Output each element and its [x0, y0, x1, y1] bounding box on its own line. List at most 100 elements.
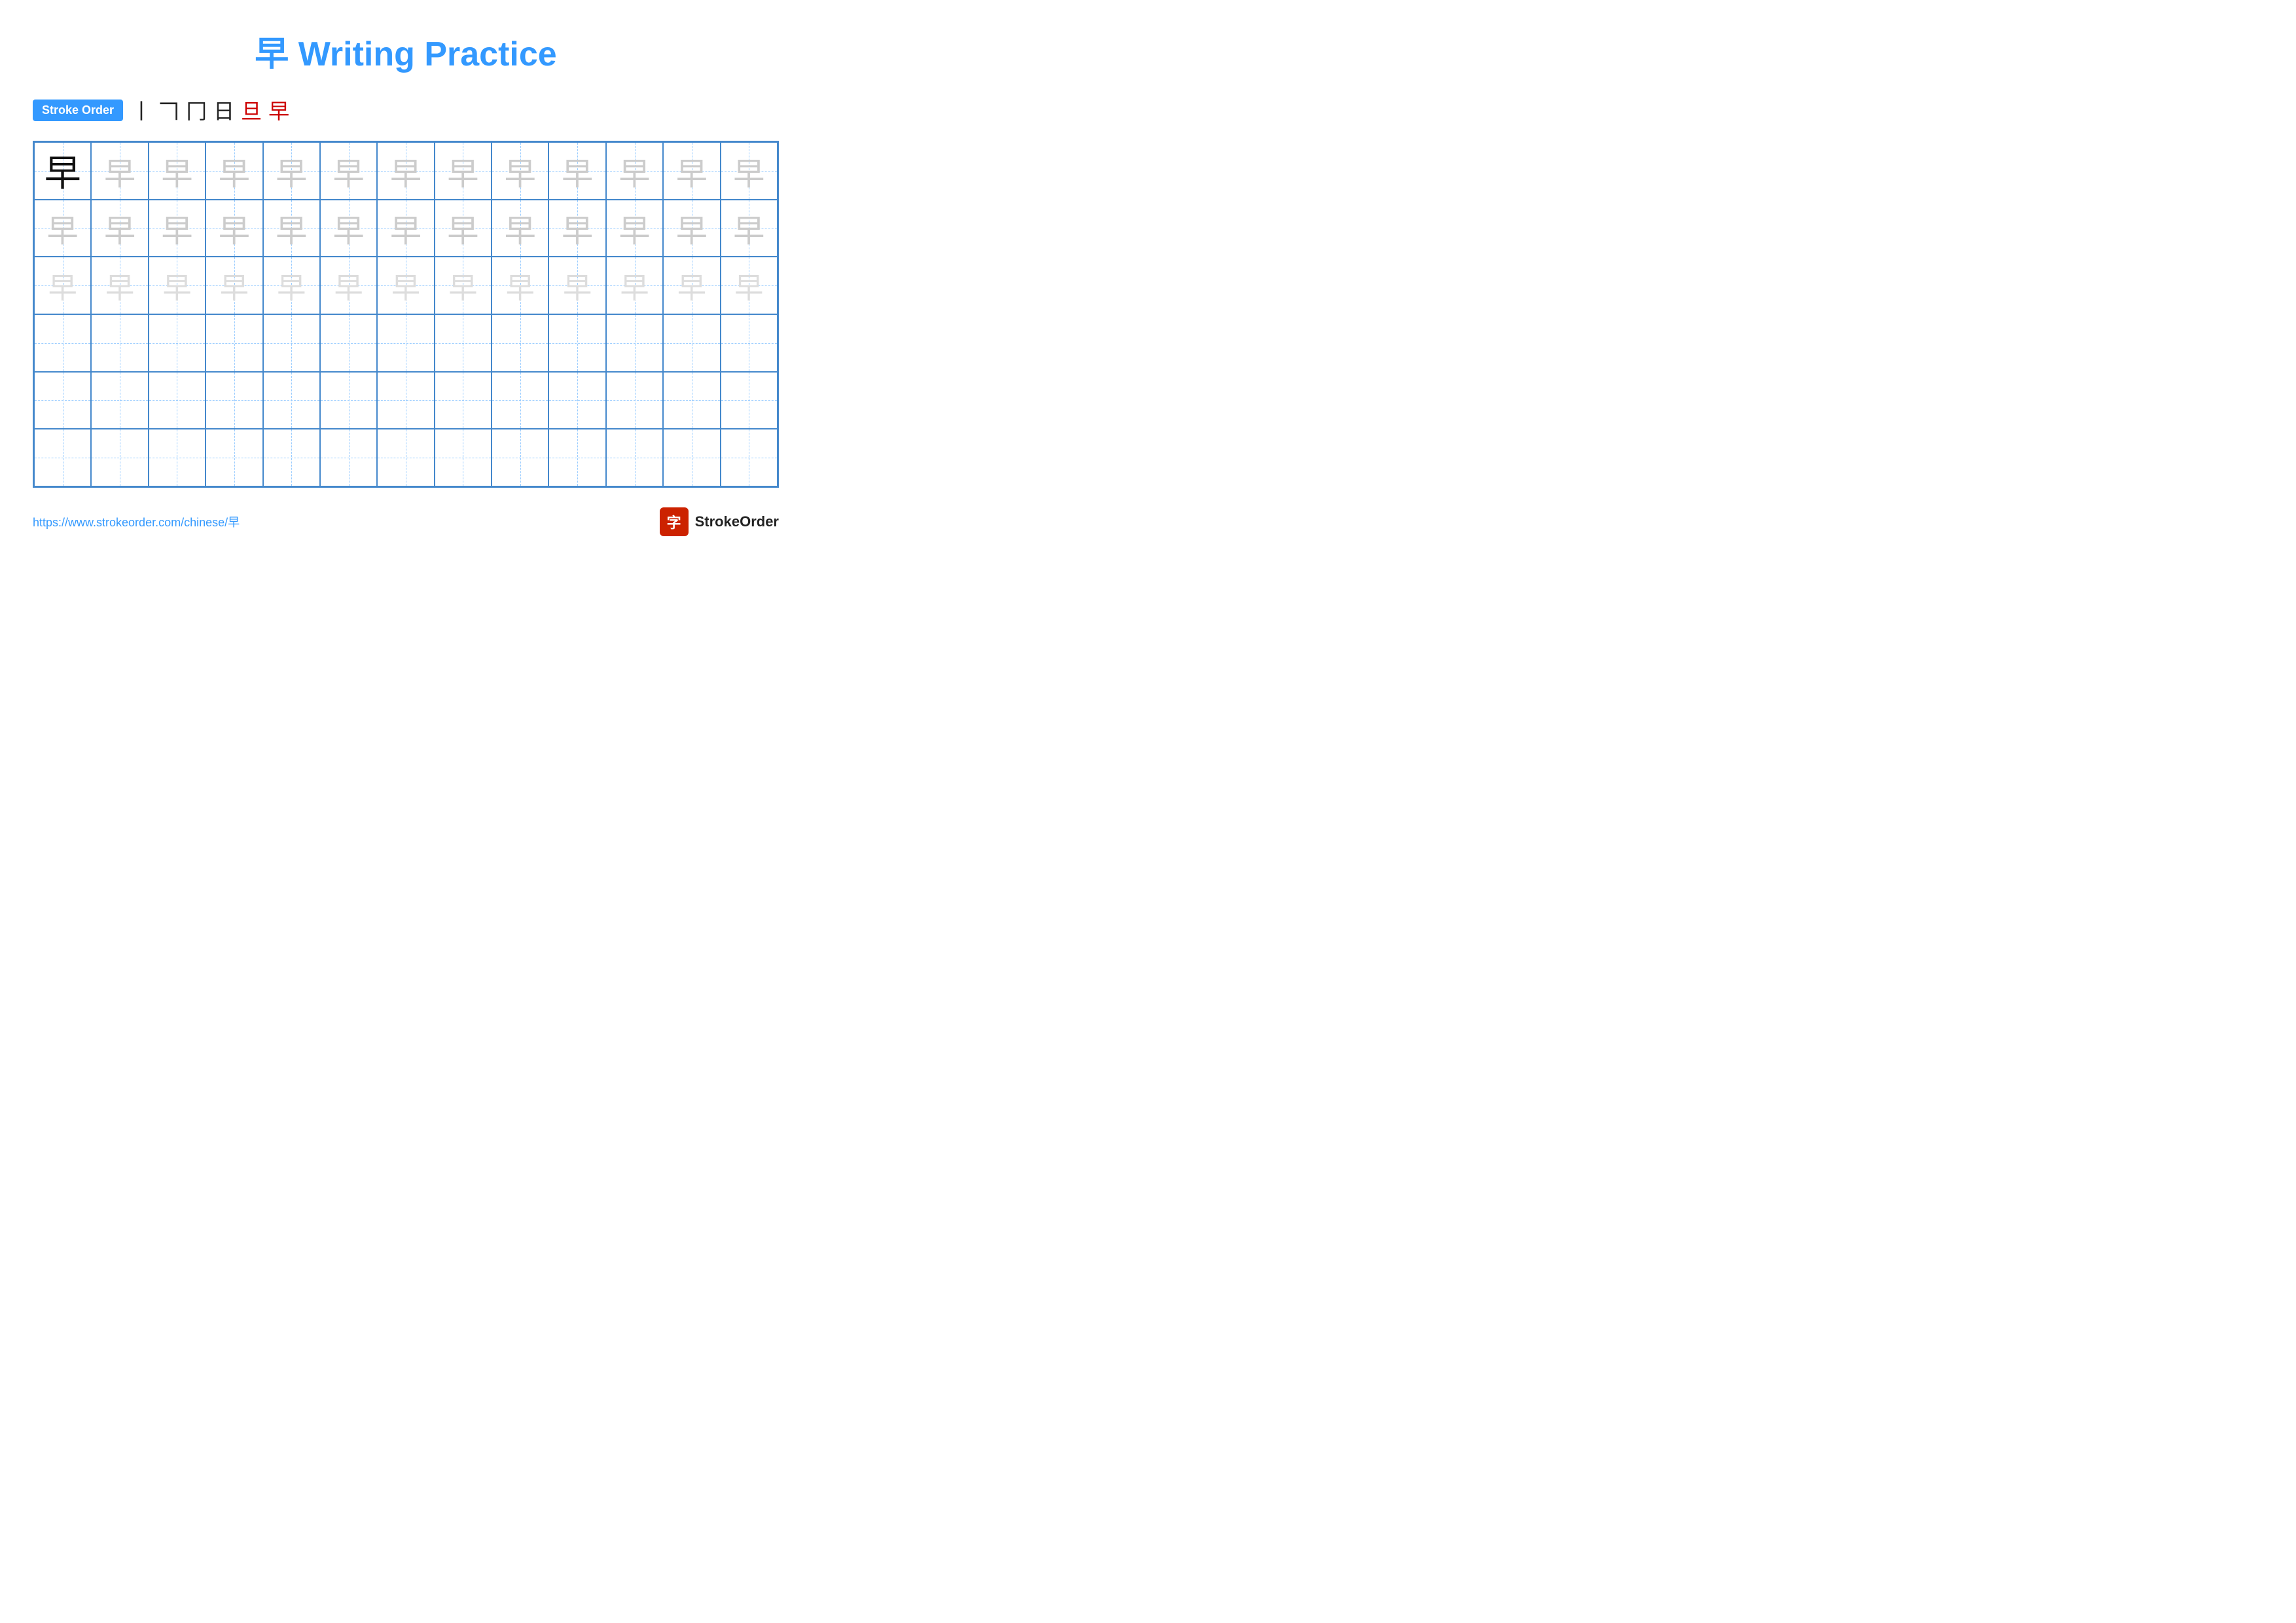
grid-cell[interactable]: 早 [91, 257, 148, 314]
grid-cell[interactable]: 早 [492, 257, 548, 314]
grid-cell[interactable]: 早 [548, 200, 605, 257]
footer-url[interactable]: https://www.strokeorder.com/chinese/早 [33, 513, 240, 530]
grid-cell[interactable] [149, 314, 206, 372]
brand-name: StrokeOrder [695, 513, 779, 530]
grid-cell[interactable] [206, 314, 262, 372]
grid-cell[interactable] [663, 429, 720, 486]
grid-cell[interactable]: 早 [606, 142, 663, 200]
grid-cell[interactable]: 早 [149, 200, 206, 257]
grid-cell[interactable] [663, 314, 720, 372]
grid-cell[interactable] [606, 372, 663, 429]
grid-cell[interactable]: 早 [721, 200, 778, 257]
practice-char: 早 [562, 148, 593, 194]
grid-cell[interactable]: 早 [492, 142, 548, 200]
grid-cell[interactable] [435, 314, 492, 372]
grid-cell[interactable] [492, 429, 548, 486]
grid-cell[interactable]: 早 [663, 200, 720, 257]
grid-cell[interactable] [34, 372, 91, 429]
grid-cell[interactable]: 早 [206, 200, 262, 257]
practice-char: 早 [391, 264, 420, 306]
grid-cell[interactable]: 早 [606, 257, 663, 314]
grid-cell[interactable] [377, 372, 434, 429]
grid-cell[interactable]: 早 [34, 257, 91, 314]
grid-cell[interactable]: 早 [492, 200, 548, 257]
grid-cell[interactable]: 早 [377, 200, 434, 257]
grid-cell[interactable] [91, 372, 148, 429]
grid-cell[interactable] [492, 314, 548, 372]
grid-cell[interactable]: 早 [606, 200, 663, 257]
grid-cell[interactable] [34, 314, 91, 372]
practice-char: 早 [162, 264, 191, 306]
grid-cell[interactable] [435, 429, 492, 486]
grid-cell[interactable]: 早 [377, 257, 434, 314]
grid-cell[interactable]: 早 [149, 257, 206, 314]
grid-cell[interactable]: 早 [320, 142, 377, 200]
grid-cell[interactable]: 早 [149, 142, 206, 200]
grid-cell[interactable] [606, 314, 663, 372]
practice-char: 早 [676, 205, 708, 251]
grid-cell[interactable]: 早 [206, 142, 262, 200]
grid-cell[interactable] [91, 429, 148, 486]
grid-cell[interactable] [492, 372, 548, 429]
grid-cell[interactable] [606, 429, 663, 486]
practice-char: 早 [333, 205, 365, 251]
grid-cell[interactable] [206, 372, 262, 429]
practice-char: 早 [219, 148, 250, 194]
title-section: 早 Writing Practice [33, 26, 779, 75]
practice-char: 早 [620, 264, 649, 306]
grid-cell[interactable]: 早 [435, 200, 492, 257]
grid-cell[interactable]: 早 [663, 257, 720, 314]
practice-char: 早 [677, 264, 706, 306]
grid-cell[interactable]: 早 [34, 200, 91, 257]
grid-cell[interactable] [663, 372, 720, 429]
grid-cell[interactable] [149, 429, 206, 486]
grid-cell[interactable]: 早 [721, 257, 778, 314]
grid-cell[interactable]: 早 [91, 200, 148, 257]
grid-cell[interactable]: 早 [721, 142, 778, 200]
grid-cell[interactable]: 早 [91, 142, 148, 200]
practice-char: 早 [334, 264, 363, 306]
grid-cell[interactable] [206, 429, 262, 486]
stroke-order-badge: Stroke Order [33, 100, 123, 121]
practice-char: 早 [277, 264, 306, 306]
grid-cell[interactable] [34, 429, 91, 486]
grid-cell[interactable] [435, 372, 492, 429]
grid-cell[interactable] [721, 372, 778, 429]
grid-cell[interactable] [721, 429, 778, 486]
grid-cell[interactable]: 早 [548, 142, 605, 200]
grid-cell[interactable] [91, 314, 148, 372]
grid-cell[interactable] [377, 314, 434, 372]
grid-cell[interactable]: 早 [435, 257, 492, 314]
practice-char: 早 [220, 264, 249, 306]
grid-cell[interactable]: 早 [320, 200, 377, 257]
grid-cell[interactable] [263, 314, 320, 372]
grid-cell[interactable] [548, 314, 605, 372]
grid-cell[interactable] [377, 429, 434, 486]
grid-cell[interactable] [320, 372, 377, 429]
practice-char: 早 [562, 205, 593, 251]
practice-char: 早 [619, 148, 651, 194]
grid-cell[interactable] [548, 372, 605, 429]
grid-cell[interactable]: 早 [263, 200, 320, 257]
grid-cell[interactable] [721, 314, 778, 372]
grid-cell[interactable]: 早 [320, 257, 377, 314]
footer: https://www.strokeorder.com/chinese/早 字 … [33, 507, 779, 536]
grid-cell[interactable]: 早 [548, 257, 605, 314]
grid-cell[interactable]: 早 [663, 142, 720, 200]
grid-cell[interactable]: 早 [377, 142, 434, 200]
footer-brand: 字 StrokeOrder [660, 507, 779, 536]
grid-cell[interactable] [320, 429, 377, 486]
grid-cell[interactable] [548, 429, 605, 486]
grid-cell[interactable]: 早 [435, 142, 492, 200]
grid-cell[interactable]: 早 [263, 142, 320, 200]
grid-cell[interactable] [320, 314, 377, 372]
practice-char: 早 [276, 148, 307, 194]
grid-cell[interactable] [263, 372, 320, 429]
grid-cell[interactable] [149, 372, 206, 429]
practice-char: 早 [48, 264, 77, 306]
stroke-4: 日 [213, 95, 234, 125]
grid-cell[interactable]: 早 [34, 142, 91, 200]
grid-cell[interactable]: 早 [263, 257, 320, 314]
grid-cell[interactable]: 早 [206, 257, 262, 314]
grid-cell[interactable] [263, 429, 320, 486]
